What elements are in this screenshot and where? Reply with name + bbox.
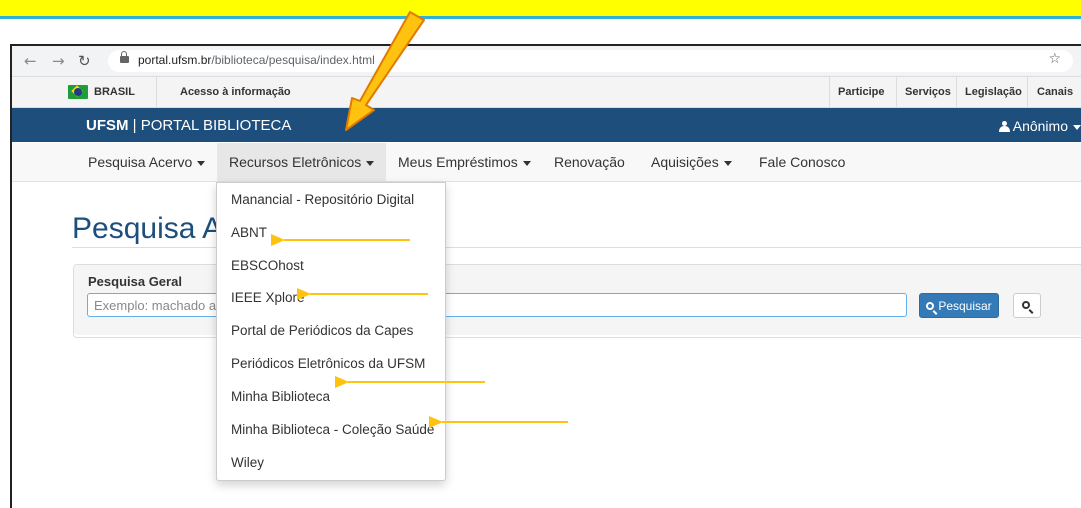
big-pointer-arrow [345,11,425,131]
annotation-arrows [271,11,568,428]
